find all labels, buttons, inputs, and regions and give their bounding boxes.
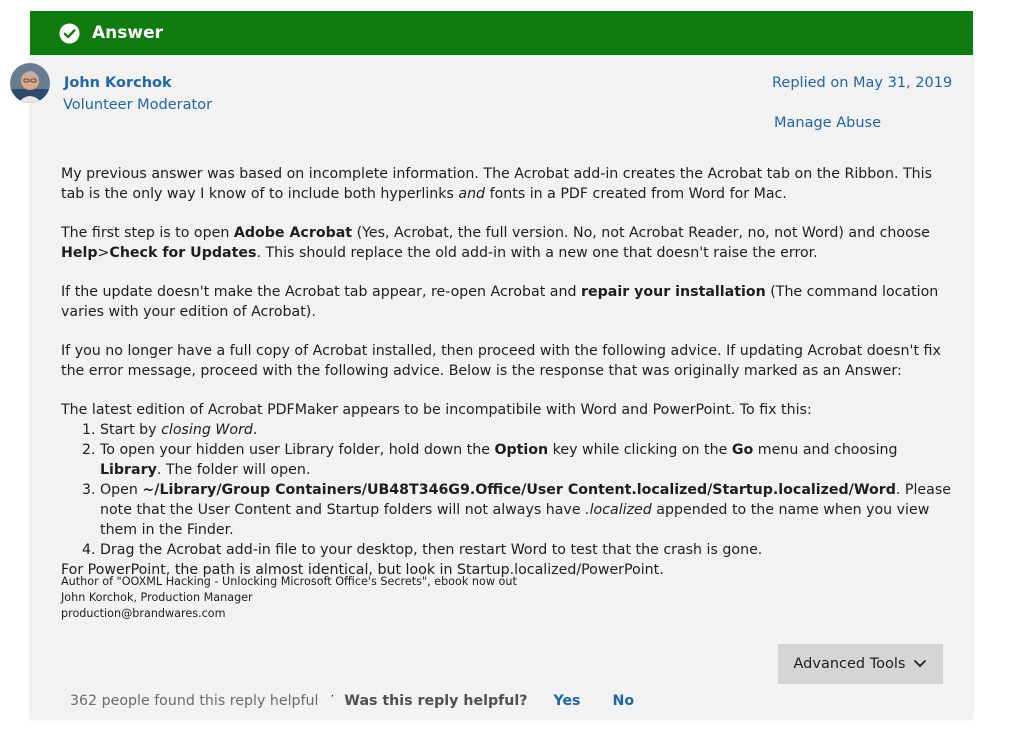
answer-banner: Answer	[30, 11, 973, 55]
signature-line: Author of "OOXML Hacking - Unlocking Mic…	[61, 575, 517, 588]
paragraph-3: If the update doesn't make the Acrobat t…	[61, 284, 939, 320]
author-role: Volunteer Moderator	[63, 97, 213, 113]
feedback-bar: 362 people found this reply helpful · Wa…	[70, 689, 635, 709]
paragraph-5: The latest edition of Acrobat PDFMaker a…	[61, 402, 812, 418]
answer-label: Answer	[92, 23, 163, 43]
paragraph-1: My previous answer was based on incomple…	[61, 166, 932, 202]
chevron-down-icon	[913, 656, 927, 672]
manage-abuse-link[interactable]: Manage Abuse	[774, 115, 881, 131]
advanced-tools-label: Advanced Tools	[793, 656, 906, 672]
steps-list: Start by closing Word. To open your hidd…	[61, 420, 953, 560]
list-item: Open ~/Library/Group Containers/UB48T346…	[100, 480, 953, 540]
signature-line: John Korchok, Production Manager	[61, 591, 253, 604]
replied-date: Replied on May 31, 2019	[772, 75, 953, 91]
vote-no-button[interactable]: No	[613, 693, 635, 709]
post-body: My previous answer was based on incomple…	[61, 164, 953, 580]
separator-dot: ·	[330, 689, 335, 703]
list-item: Start by closing Word.	[100, 420, 953, 440]
paragraph-2: The first step is to open Adobe Acrobat …	[61, 225, 930, 261]
vote-yes-button[interactable]: Yes	[553, 693, 580, 709]
author-name-link[interactable]: John Korchok	[64, 75, 172, 91]
paragraph-4: If you no longer have a full copy of Acr…	[61, 343, 941, 379]
signature-email: production@brandwares.com	[61, 607, 226, 620]
list-item: To open your hidden user Library folder,…	[100, 440, 953, 480]
user-avatar-icon[interactable]	[10, 63, 50, 103]
advanced-tools-button[interactable]: Advanced Tools	[778, 644, 943, 684]
signature: Author of "OOXML Hacking - Unlocking Mic…	[61, 574, 517, 622]
list-item: Drag the Acrobat add-in file to your des…	[100, 540, 953, 560]
helpful-count: 362 people found this reply helpful	[70, 693, 319, 709]
helpful-question: Was this reply helpful?	[344, 693, 528, 709]
check-circle-icon	[59, 23, 80, 44]
